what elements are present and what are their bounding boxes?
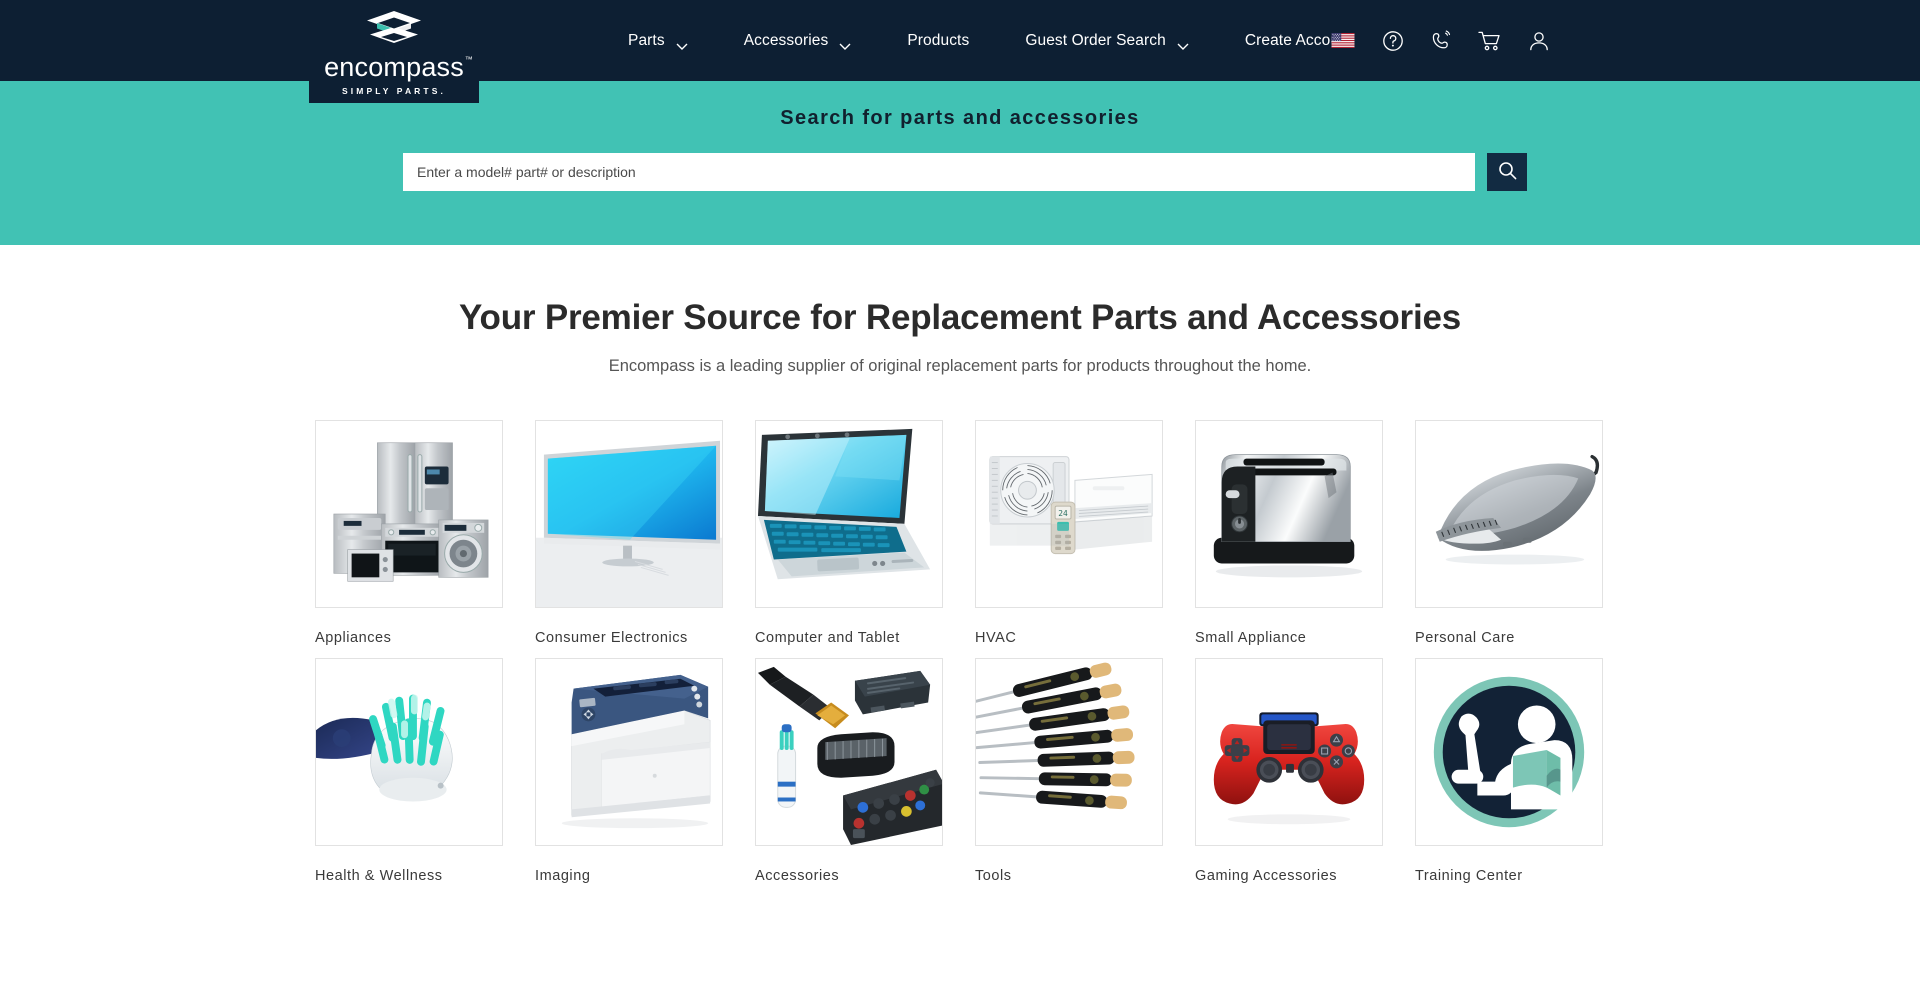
category-card-health-wellness[interactable]: Health & Wellness [315,658,503,884]
category-label: Computer and Tablet [755,630,900,646]
category-label: Personal Care [1415,630,1515,646]
nav-item-label: Guest Order Search [1025,31,1166,49]
category-label: Consumer Electronics [535,630,688,646]
shopping-cart-icon[interactable] [1478,30,1502,52]
nav-item-parts[interactable]: Parts [600,32,716,50]
nav-item-label: Parts [628,31,665,49]
nav-item-products[interactable]: Products [879,32,997,50]
page-title: Your Premier Source for Replacement Part… [458,298,1462,337]
nav-item-label: Accessories [743,31,829,49]
search-banner: Search for parts and accessories [0,81,1920,245]
category-card-small-appliance[interactable]: Small Appliance [1195,420,1383,646]
brand-logo[interactable]: encompass ™ SIMPLY PARTS. [309,0,479,103]
category-card-personal-care[interactable]: Personal Care [1415,420,1603,646]
screwdriver-set-photo [975,658,1163,846]
page-subtitle: Encompass is a leading supplier of origi… [608,357,1312,375]
phone-call-icon[interactable] [1430,30,1452,52]
brand-tagline: SIMPLY PARTS. [342,86,446,96]
nav-item-guest-order-search[interactable]: Guest Order Search [997,32,1217,50]
header-utility-icons [1330,0,1550,81]
category-label: Training Center [1415,868,1523,884]
category-card-appliances[interactable]: Appliances [315,420,503,646]
user-account-icon[interactable] [1528,30,1550,52]
television-photo [535,420,723,608]
category-card-imaging[interactable]: Imaging [535,658,723,884]
chevron-down-icon [676,37,688,50]
toaster-photo [1195,420,1383,608]
hair-clipper-photo [1415,420,1603,608]
category-label: Tools [975,868,1012,884]
accessories-photo [755,658,943,846]
laptop-photo [755,420,943,608]
chevron-down-icon [839,37,851,50]
toothbrush-head-photo [315,658,503,846]
game-controller-photo [1195,658,1383,846]
search-input[interactable] [403,153,1475,191]
category-card-hvac[interactable]: 24 HVAC [975,420,1163,646]
search-form [403,153,1527,191]
trademark-symbol: ™ [464,55,473,64]
search-heading: Search for parts and accessories [780,107,1140,129]
svg-text:24: 24 [1058,509,1068,518]
nav-item-accessories[interactable]: Accessories [716,32,880,50]
category-card-tools[interactable]: Tools [975,658,1163,884]
printer-photo [535,658,723,846]
category-label: Health & Wellness [315,868,443,884]
category-label: HVAC [975,630,1017,646]
category-label: Small Appliance [1195,630,1307,646]
category-grid: Appliances Consumer Electronics Computer… [315,420,1605,884]
appliances-photo [315,420,503,608]
nav-item-label: Products [907,31,970,49]
us-flag-icon[interactable] [1330,32,1356,49]
main-content: Your Premier Source for Replacement Part… [0,245,1920,884]
chevron-down-icon [1177,37,1189,50]
brand-wordmark: encompass ™ [324,52,473,82]
category-card-consumer-electronics[interactable]: Consumer Electronics [535,420,723,646]
category-card-computer-and-tablet[interactable]: Computer and Tablet [755,420,943,646]
air-conditioner-photo: 24 [975,420,1163,608]
encompass-logo-icon [363,9,425,52]
category-card-accessories[interactable]: Accessories [755,658,943,884]
search-icon [1498,161,1517,183]
category-card-gaming-accessories[interactable]: Gaming Accessories [1195,658,1383,884]
category-label: Appliances [315,630,392,646]
site-header: encompass ™ SIMPLY PARTS. Parts Accessori… [0,0,1920,103]
category-label: Imaging [535,868,591,884]
category-label: Gaming Accessories [1195,868,1338,884]
category-label: Accessories [755,868,840,884]
category-card-training-center[interactable]: Training Center [1415,658,1603,884]
help-circle-icon[interactable] [1382,30,1404,52]
training-center-badge [1415,658,1603,846]
primary-navigation: Parts Accessories Products Guest Order S… [600,0,1380,81]
search-submit-button[interactable] [1487,153,1527,191]
